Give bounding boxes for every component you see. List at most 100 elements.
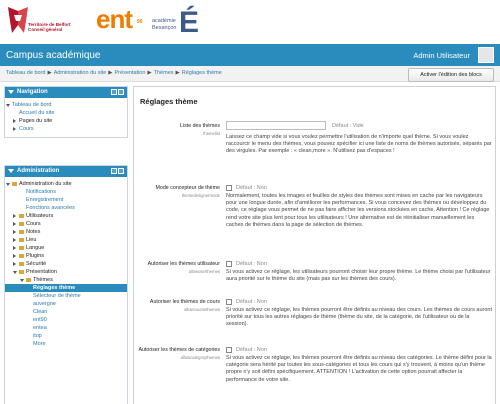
folder-icon [19,245,24,250]
ent-logo-suffix: 90 [137,19,143,25]
tree-item-label: Fonctions avancées [26,205,75,211]
hide-icon[interactable] [118,89,124,95]
tree-item[interactable]: itop [5,332,127,340]
tree-item[interactable]: entea [5,324,127,332]
acad-logo-letter: É [179,6,200,39]
tree-item-label: ent90 [33,317,47,323]
breadcrumb-item[interactable]: Présentation [115,70,146,76]
administration-block-header[interactable]: Administration [5,166,127,177]
breadcrumb-separator-icon: ▶ [175,70,180,76]
hide-icon[interactable] [118,168,124,174]
breadcrumb-separator-icon: ▶ [108,70,113,76]
breadcrumb-separator-icon: ▶ [147,70,152,76]
tree-item-label: More [33,341,46,347]
folder-icon [26,277,31,282]
tree-item-label: Notifications [26,189,56,195]
expanded-arrow-icon[interactable] [13,271,17,274]
tree-item[interactable]: Notifications [5,188,127,196]
navigation-tree: Tableau de bord Accueil du site Pages du s… [5,98,127,137]
collapsed-arrow-icon[interactable] [13,246,16,250]
allowuserthemes-checkbox[interactable] [226,261,232,267]
tree-item[interactable]: Langue [5,244,127,252]
setting-description: Si vous activez ce réglage, les thèmes p… [226,355,492,383]
collapse-icon [8,169,14,174]
ent-logo: ent 90 [96,4,146,34]
dock-icon[interactable] [111,89,117,95]
allowcategorythemes-checkbox[interactable] [226,347,232,353]
tree-item[interactable]: Réglages thème [5,284,127,292]
collapsed-arrow-icon[interactable] [13,238,16,242]
expanded-arrow-icon[interactable] [6,183,10,186]
collapsed-arrow-icon[interactable] [13,127,16,131]
setting-default: Défaut : Non [236,347,267,353]
tree-item-label: Utilisateurs [26,213,54,219]
breadcrumb-item[interactable]: Administration du site [54,70,107,76]
setting-description: Si vous activez ce réglage, les thèmes p… [226,307,492,328]
collapsed-arrow-icon[interactable] [13,214,16,218]
tree-item[interactable]: Notes [5,228,127,236]
navigation-block-header[interactable]: Navigation [5,87,127,98]
tree-item-label: Sélecteur de thème [33,293,81,299]
tree-item[interactable]: Cours [5,125,127,133]
tree-item-label: Cours [19,126,34,132]
tree-item[interactable]: Utilisateurs [5,212,127,220]
breadcrumb-separator-icon: ▶ [47,70,52,76]
tree-item[interactable]: auvergne [5,300,127,308]
setting-default: Défaut : Non [236,261,267,267]
tree-item[interactable]: ent90 [5,316,127,324]
breadcrumb-item[interactable]: Réglages thème [182,70,222,76]
tree-item[interactable]: Sécurité [5,260,127,268]
tree-item[interactable]: Sélecteur de thème [5,292,127,300]
page-title: Réglages thème [140,97,198,106]
expanded-arrow-icon[interactable] [20,279,24,282]
tree-item-label: Langue [26,245,45,251]
tree-item-label: Notes [26,229,41,235]
tree-item[interactable]: Cours [5,220,127,228]
tree-item[interactable]: Thèmes [5,276,127,284]
tree-item[interactable]: Clean [5,308,127,316]
tree-item[interactable]: Pages du site [5,117,127,125]
acad-line1: académie [152,18,176,24]
dock-icon[interactable] [111,168,117,174]
setting-default: Défaut : Non [236,185,267,191]
navigation-block: Navigation Tableau de bord Accueil du sit… [4,86,128,138]
administration-block: Administration Administration du site Not… [4,165,128,404]
expanded-arrow-icon[interactable] [6,104,10,107]
collapsed-arrow-icon[interactable] [13,254,16,258]
user-menu-name[interactable]: Admin Utilisateur [413,51,470,60]
setting-description: Si vous activez ce réglage, les utilisat… [226,269,491,283]
tree-item[interactable]: Tableau de bord [5,101,127,109]
collapsed-arrow-icon[interactable] [13,222,16,226]
folder-icon [19,253,24,258]
collapsed-arrow-icon[interactable] [13,262,16,266]
collapsed-arrow-icon[interactable] [13,119,16,123]
tree-item-label: Enregistrement [26,197,64,203]
belfort-line2: Conseil général [28,27,63,32]
setting-key: allowuserthemes [188,269,220,274]
academie-logo: académie Besançon É [152,8,212,38]
tree-item[interactable]: More [5,340,127,348]
tree-item[interactable]: Fonctions avancées [5,204,127,212]
header-logos: Territoire de Belfort Conseil général en… [0,0,500,44]
collapse-icon [8,90,14,95]
themelist-input[interactable] [226,121,326,130]
edit-blocks-button[interactable]: Activer l'édition des blocs [408,68,494,82]
user-avatar[interactable] [478,47,494,63]
breadcrumb-item[interactable]: Thèmes [154,70,174,76]
tree-item[interactable]: Accueil du site [5,109,127,117]
allowcoursethemes-checkbox[interactable] [226,299,232,305]
tree-item-label: Cours [26,221,41,227]
tree-item[interactable]: Enregistrement [5,196,127,204]
site-name-link[interactable]: Campus académique [6,50,101,61]
collapsed-arrow-icon[interactable] [13,230,16,234]
tree-item[interactable]: Présentation [5,268,127,276]
tree-item-label: auvergne [33,301,56,307]
folder-icon [19,229,24,234]
setting-default: Défaut : Vide [332,123,364,129]
themedesignermode-checkbox[interactable] [226,185,232,191]
breadcrumb-item[interactable]: Tableau de bord [6,70,45,76]
navigation-block-title: Navigation [17,89,48,95]
tree-item[interactable]: Lieu [5,236,127,244]
tree-item[interactable]: Plugins [5,252,127,260]
tree-item[interactable]: Administration du site [5,180,127,188]
